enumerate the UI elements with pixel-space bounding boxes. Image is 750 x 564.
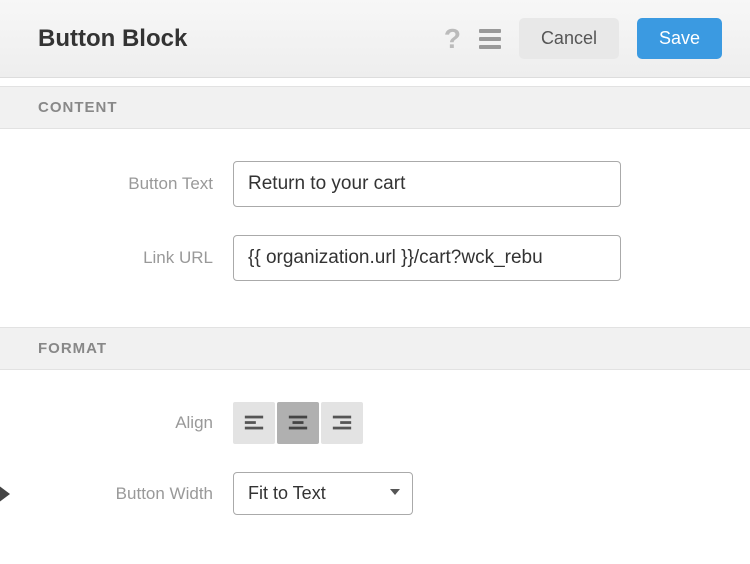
field-row-button-text: Button Text xyxy=(0,147,750,221)
section-heading-format: FORMAT xyxy=(38,340,712,357)
cancel-button[interactable]: Cancel xyxy=(519,18,619,59)
header-actions: ? Cancel Save xyxy=(444,18,722,59)
content-section: Button Text Link URL xyxy=(0,129,750,319)
panel-title: Button Block xyxy=(38,25,187,53)
label-button-text: Button Text xyxy=(38,174,213,194)
format-section: Align xyxy=(0,370,750,553)
side-arrow-icon xyxy=(0,485,10,503)
field-row-button-width: Button Width xyxy=(0,458,750,529)
field-row-link-url: Link URL xyxy=(0,221,750,295)
menu-icon[interactable] xyxy=(479,27,501,51)
panel-header: Button Block ? Cancel Save xyxy=(0,0,750,78)
label-align: Align xyxy=(38,413,213,433)
field-row-align: Align xyxy=(0,388,750,458)
section-heading-content: CONTENT xyxy=(38,99,712,116)
label-button-width: Button Width xyxy=(38,484,213,504)
section-header-format: FORMAT xyxy=(0,327,750,370)
input-link-url[interactable] xyxy=(233,235,621,281)
help-icon[interactable]: ? xyxy=(444,23,461,55)
align-center-button[interactable] xyxy=(277,402,319,444)
save-button[interactable]: Save xyxy=(637,18,722,59)
input-button-text[interactable] xyxy=(233,161,621,207)
align-left-button[interactable] xyxy=(233,402,275,444)
align-left-icon xyxy=(243,412,265,434)
align-button-group xyxy=(233,402,363,444)
align-right-button[interactable] xyxy=(321,402,363,444)
align-center-icon xyxy=(287,412,309,434)
select-button-width-wrap xyxy=(233,472,413,515)
section-header-content: CONTENT xyxy=(0,86,750,129)
align-right-icon xyxy=(331,412,353,434)
select-button-width[interactable] xyxy=(233,472,413,515)
label-link-url: Link URL xyxy=(38,248,213,268)
